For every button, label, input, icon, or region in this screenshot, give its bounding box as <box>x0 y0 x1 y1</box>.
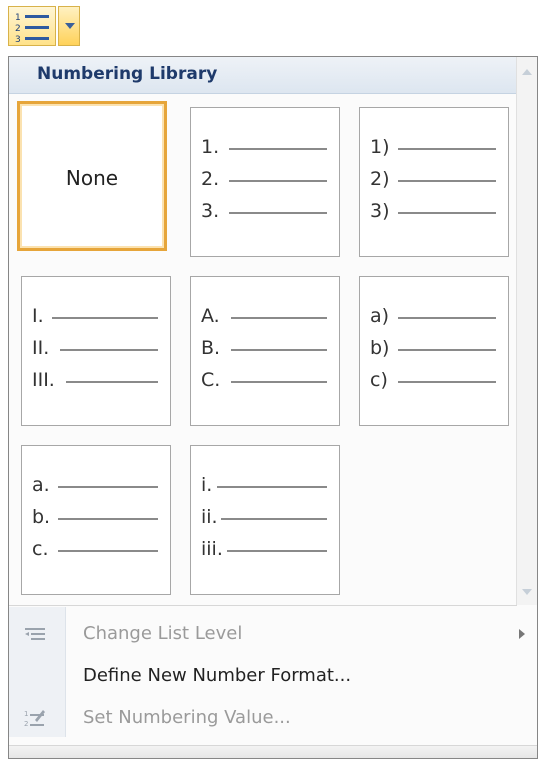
svg-text:1: 1 <box>15 13 21 23</box>
numbering-tile-none[interactable]: None <box>17 101 167 251</box>
list-item: a. <box>22 474 170 506</box>
set-numbering-value-icon: 1 2 <box>24 710 45 728</box>
numbering-tile-upper-alpha[interactable]: A. B. C. <box>190 276 340 426</box>
list-item: II. <box>22 337 170 369</box>
chevron-right-icon <box>519 629 525 639</box>
list-item: b) <box>360 337 508 369</box>
numbering-dropdown-panel: Numbering Library None 1. 2. 3. 1) 2) 3) <box>8 56 538 759</box>
change-list-level-label: Change List Level <box>83 623 243 644</box>
list-item: 2) <box>360 168 508 200</box>
svg-text:2: 2 <box>24 720 28 728</box>
define-new-number-format-label: Define New Number Format... <box>83 665 352 686</box>
chevron-down-icon[interactable] <box>58 6 80 46</box>
list-item: 3) <box>360 200 508 232</box>
numbering-tile-lower-roman[interactable]: i. ii. iii. <box>190 445 340 595</box>
numbering-tile-lower-alpha-period[interactable]: a. b. c. <box>21 445 171 595</box>
numbering-library-header: Numbering Library <box>9 57 517 94</box>
list-item: 2. <box>191 168 339 200</box>
resize-grip[interactable] <box>9 745 537 758</box>
list-item: 3. <box>191 200 339 232</box>
numbering-tile-lower-alpha-paren[interactable]: a) b) c) <box>359 276 509 426</box>
numbering-list-icon: 1 2 3 <box>15 13 49 45</box>
change-list-level-icon <box>25 628 45 640</box>
list-item: ii. <box>191 506 339 538</box>
menu-item-set-numbering-value[interactable]: 1 2 Set Numbering Value... <box>9 697 537 739</box>
numbering-tile-decimal-paren[interactable]: 1) 2) 3) <box>359 107 509 257</box>
svg-text:1: 1 <box>24 710 28 718</box>
list-item: c. <box>22 538 170 570</box>
list-item: 1. <box>191 136 339 168</box>
list-item: i. <box>191 474 339 506</box>
numbering-library-title: Numbering Library <box>37 64 218 84</box>
list-item: C. <box>191 369 339 401</box>
gallery-scrollbar[interactable] <box>516 57 537 605</box>
list-item: b. <box>22 506 170 538</box>
numbering-split-button[interactable]: 1 2 3 <box>8 6 80 46</box>
list-item: 1) <box>360 136 508 168</box>
menu-item-change-list-level[interactable]: Change List Level <box>9 613 537 655</box>
menu-item-define-new-number-format[interactable]: Define New Number Format... <box>9 655 537 697</box>
list-item: A. <box>191 305 339 337</box>
list-item: iii. <box>191 538 339 570</box>
scroll-down-icon[interactable] <box>522 589 532 595</box>
scroll-up-icon[interactable] <box>522 69 532 75</box>
tile-label-none: None <box>65 166 119 190</box>
numbering-button[interactable]: 1 2 3 <box>8 6 56 46</box>
list-item: I. <box>22 305 170 337</box>
numbering-tile-upper-roman[interactable]: I. II. III. <box>21 276 171 426</box>
svg-text:3: 3 <box>15 35 21 45</box>
gallery-separator <box>9 605 517 606</box>
list-item: B. <box>191 337 339 369</box>
set-numbering-value-label: Set Numbering Value... <box>83 707 291 728</box>
numbering-tile-decimal-period[interactable]: 1. 2. 3. <box>190 107 340 257</box>
list-item: a) <box>360 305 508 337</box>
list-item: III. <box>22 369 170 401</box>
numbering-menu: Change List Level Define New Number Form… <box>9 607 537 737</box>
svg-text:2: 2 <box>15 24 21 34</box>
list-item: c) <box>360 369 508 401</box>
